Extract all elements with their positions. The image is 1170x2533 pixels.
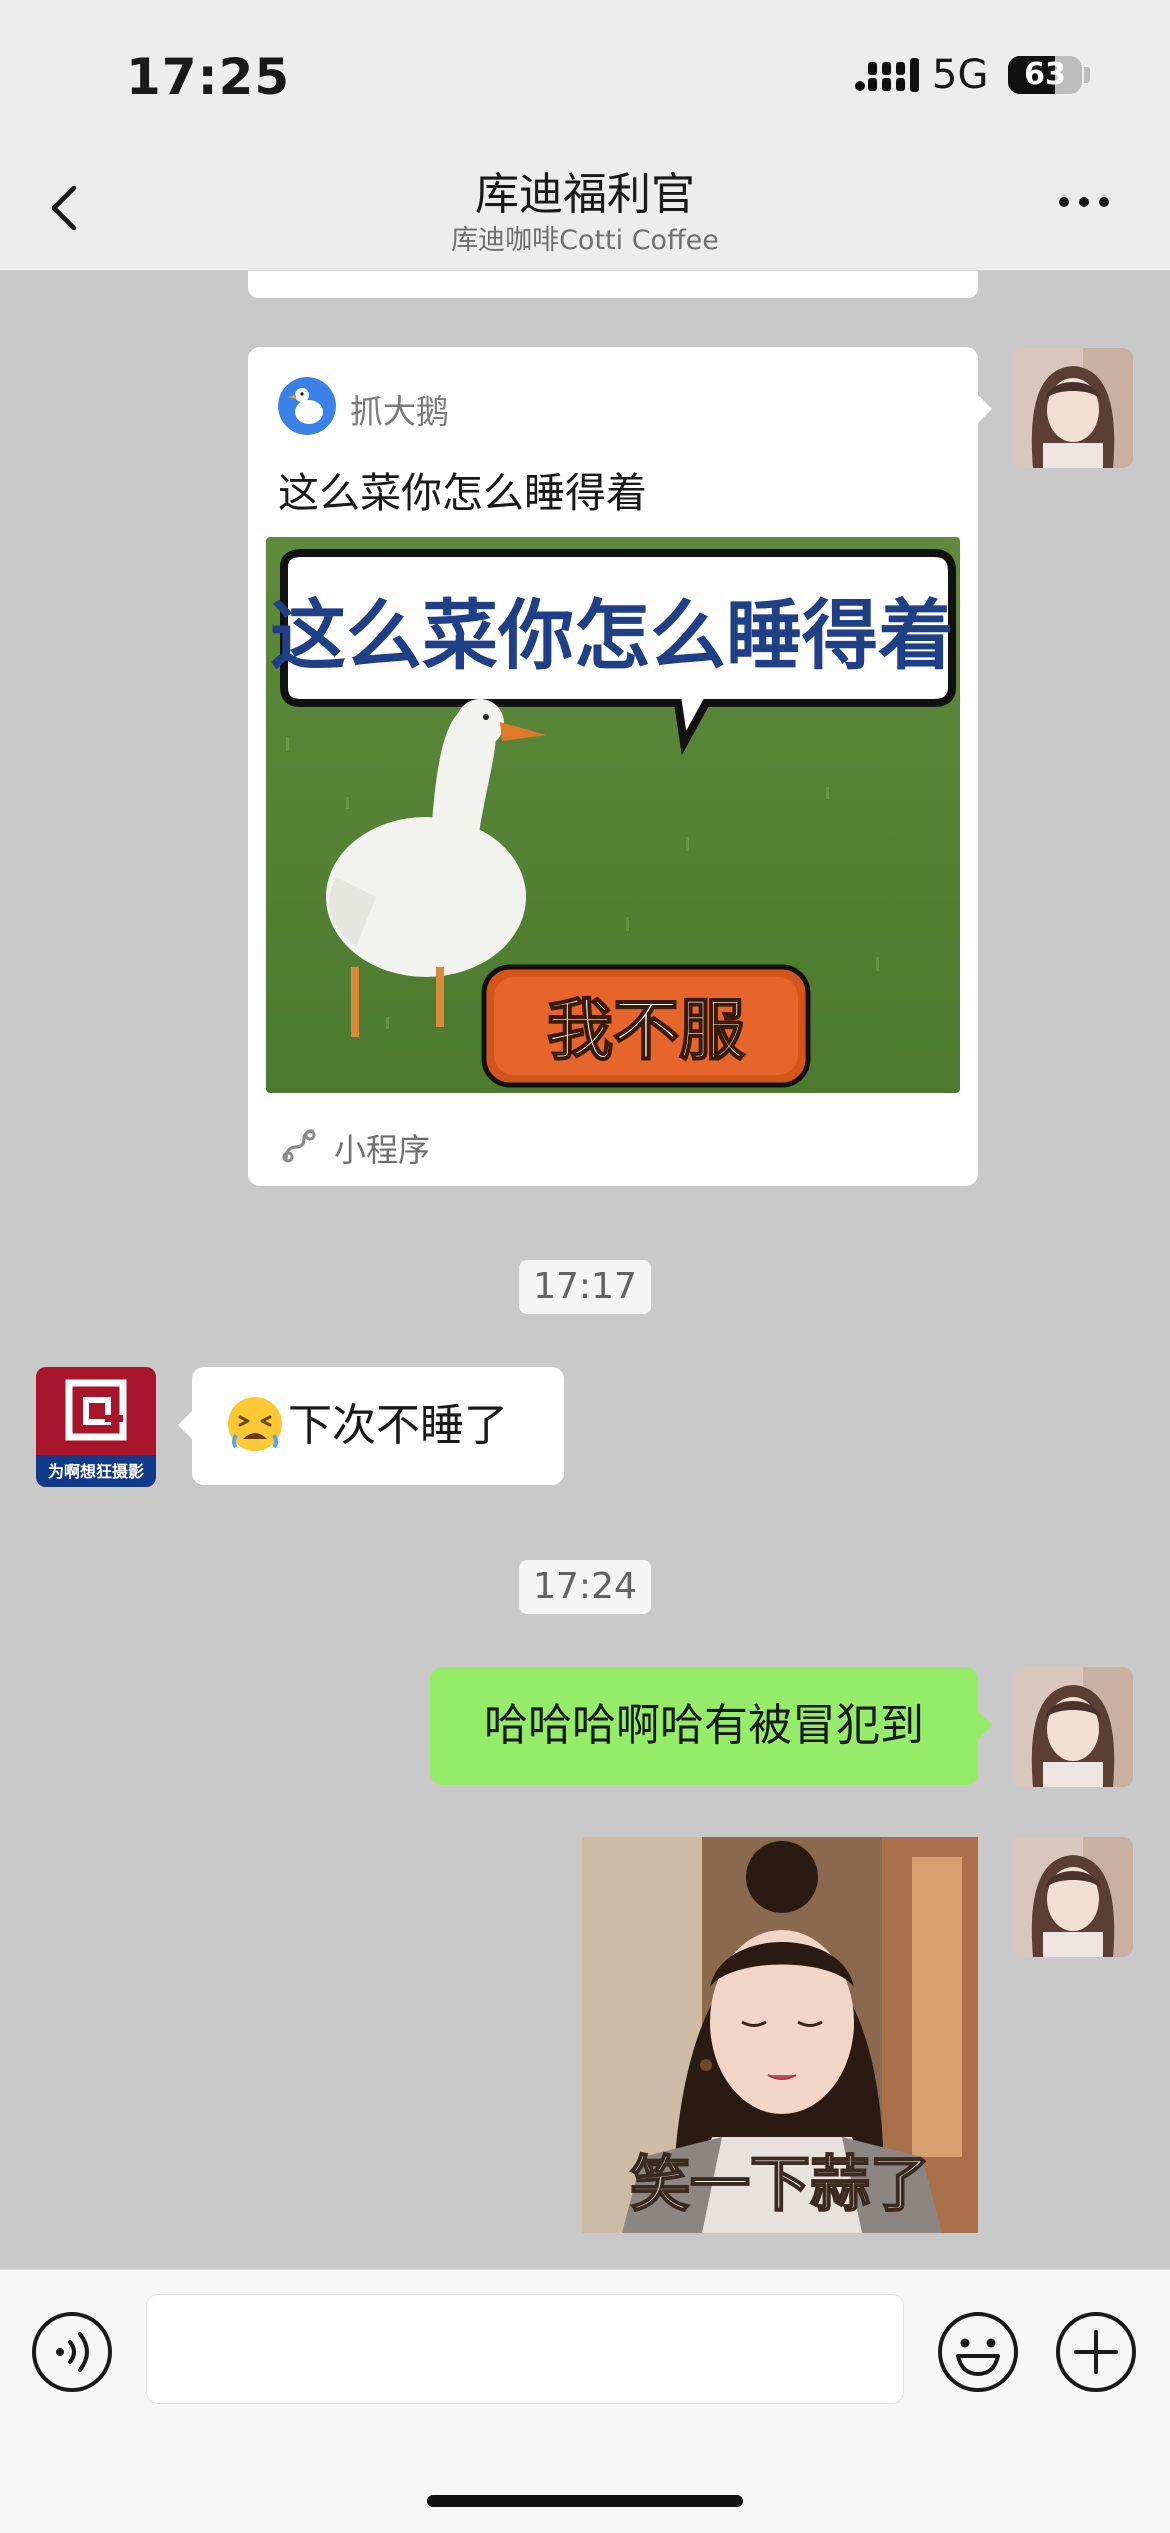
mini-program-title: 这么菜你怎么睡得着 [278, 469, 647, 517]
emoji-icon[interactable] [936, 2310, 1020, 2394]
battery-cap [1084, 67, 1090, 83]
contact-logo-text: 为啊想狂摄影 [48, 1462, 144, 1481]
mini-program-card[interactable]: 抓大鹅 这么菜你怎么睡得着 这么菜你怎么睡得着 我不服 小程序 [248, 347, 992, 1186]
mini-program-logo [278, 377, 336, 435]
status-bar: 17:25 5G 63 [0, 0, 1170, 140]
input-bar [0, 2269, 1170, 2533]
status-time: 17:25 [126, 48, 291, 106]
avatar-image [1013, 1837, 1133, 1957]
outgoing-message-text: 哈哈哈啊哈有被冒犯到 [484, 1700, 924, 1751]
my-avatar[interactable] [1013, 1837, 1133, 1957]
message-list[interactable]: 抓大鹅 这么菜你怎么睡得着 这么菜你怎么睡得着 我不服 小程序 17:17 为啊… [0, 271, 1170, 2269]
chat-subtitle: 库迪咖啡Cotti Coffee [451, 225, 719, 256]
plus-icon[interactable] [1054, 2310, 1138, 2394]
contact-avatar[interactable]: 为啊想狂摄影 [36, 1367, 156, 1487]
chat-title: 库迪福利官 [475, 169, 695, 220]
incoming-message-bubble[interactable]: 下次不睡了 [178, 1367, 564, 1485]
my-avatar[interactable] [1013, 348, 1133, 468]
mini-program-name: 抓大鹅 [350, 392, 449, 431]
avatar-image [1013, 348, 1133, 468]
home-indicator[interactable] [427, 2495, 743, 2507]
message-input[interactable] [146, 2294, 904, 2404]
contact-logo: 为啊想狂摄影 [36, 1367, 156, 1487]
my-avatar[interactable] [1013, 1667, 1133, 1787]
network-type: 5G [932, 52, 989, 98]
goose-image: 这么菜你怎么睡得着 我不服 [266, 537, 960, 1093]
signal-icon [855, 58, 919, 92]
mini-program-label: 小程序 [334, 1131, 431, 1169]
mini-program-icon [282, 1129, 316, 1163]
timestamp: 17:24 [519, 1560, 651, 1614]
battery-indicator: 63 [1008, 56, 1082, 94]
outgoing-message-bubble[interactable]: 哈哈哈啊哈有被冒犯到 [430, 1667, 992, 1785]
voice-icon[interactable] [30, 2310, 114, 2394]
sticker-message[interactable]: 笑一下蒜了 [582, 1837, 978, 2233]
avatar-image [1013, 1667, 1133, 1787]
chat-header: 库迪福利官 库迪咖啡Cotti Coffee [0, 140, 1170, 271]
sticker-caption: 笑一下蒜了 [630, 2150, 930, 2220]
thumbnail-caption: 这么菜你怎么睡得着 [270, 591, 954, 680]
previous-message-card[interactable] [248, 271, 978, 298]
timestamp: 17:17 [519, 1260, 651, 1314]
thumbnail-button-label: 我不服 [547, 992, 745, 1069]
mini-program-thumbnail[interactable]: 这么菜你怎么睡得着 我不服 [266, 537, 960, 1093]
sticker-image: 笑一下蒜了 [582, 1837, 978, 2233]
more-icon[interactable] [1054, 182, 1114, 222]
incoming-message-text: 下次不睡了 [288, 1400, 508, 1451]
tired-face-emoji [228, 1397, 282, 1451]
battery-level: 63 [1024, 57, 1066, 92]
